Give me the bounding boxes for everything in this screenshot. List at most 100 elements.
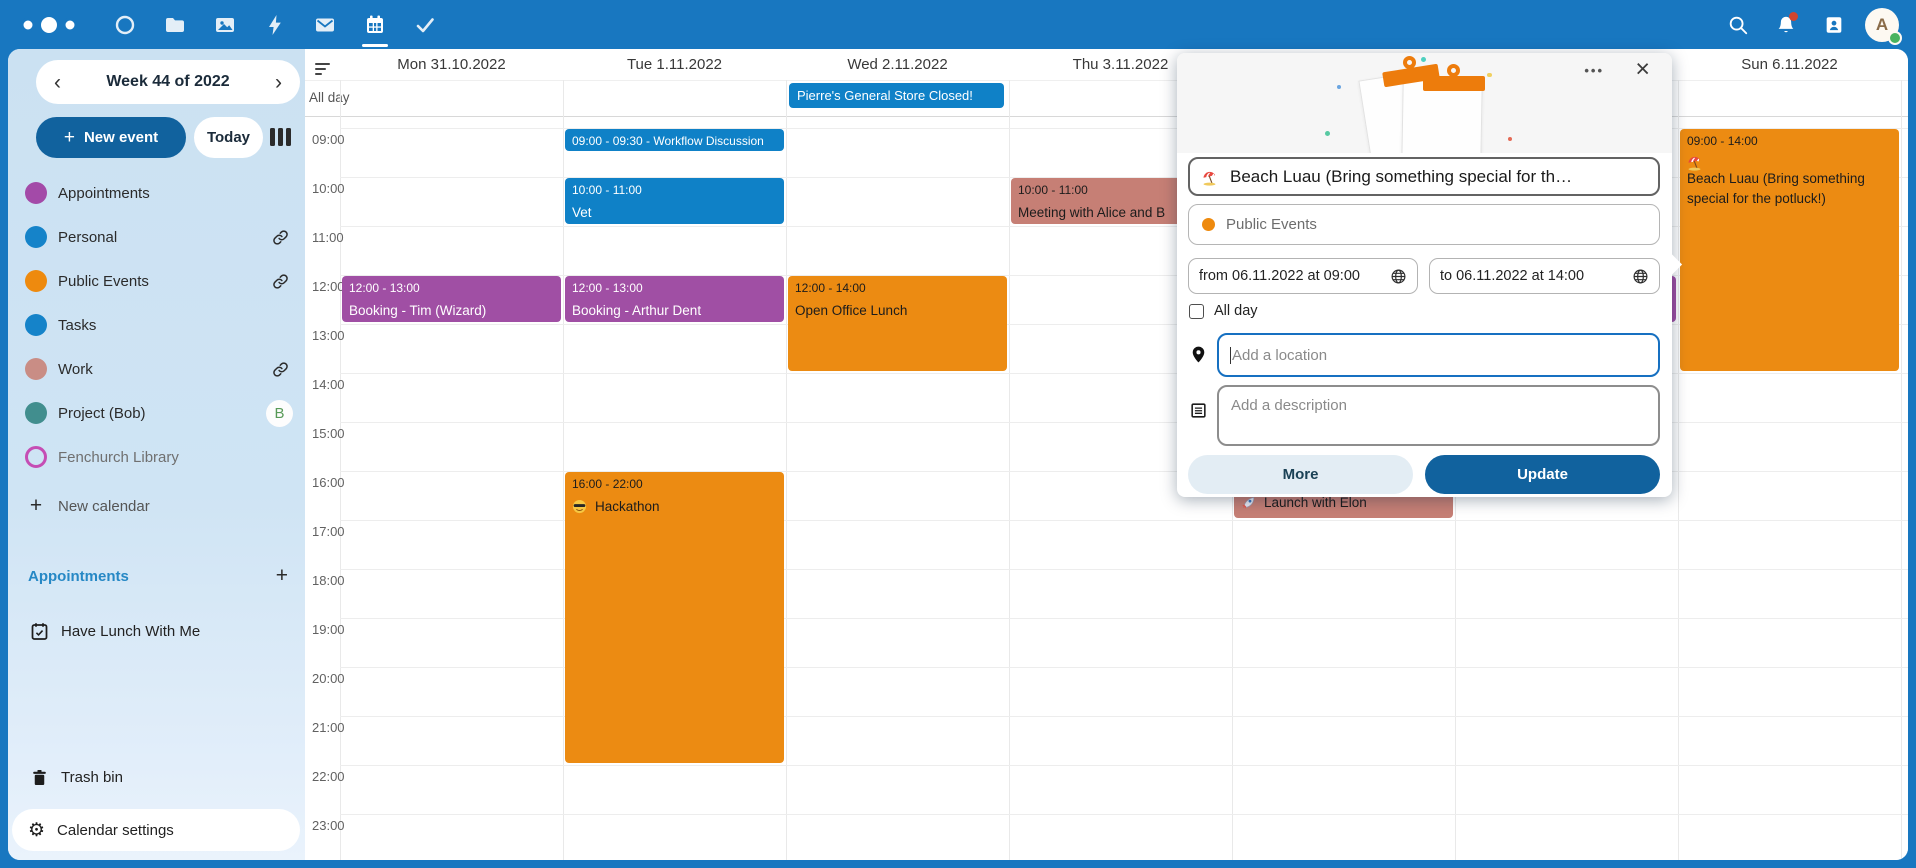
sidebar-calendar-item[interactable]: Work — [8, 347, 305, 391]
app-mail-icon[interactable] — [300, 0, 350, 49]
calendar-color-dot — [25, 182, 47, 204]
sidebar-calendar-item[interactable]: Project (Bob) B — [8, 391, 305, 435]
all-day-checkbox[interactable]: All day — [1189, 303, 1258, 319]
location-input[interactable]: Add a location — [1217, 333, 1660, 377]
timezone-globe-icon[interactable] — [1632, 268, 1649, 285]
search-icon[interactable] — [1714, 0, 1762, 49]
beach-umbrella-icon — [1202, 171, 1217, 186]
more-button[interactable]: More — [1188, 455, 1413, 494]
event-title: Hackathon — [572, 497, 777, 517]
day-header: Tue 1.11.2022 — [563, 49, 786, 80]
app-photos-icon[interactable] — [200, 0, 250, 49]
week-navigation: ‹ Week 44 of 2022 › — [36, 60, 300, 104]
app-tasks-icon[interactable] — [400, 0, 450, 49]
sidebar-calendar-item[interactable]: Public Events — [8, 259, 305, 303]
description-placeholder: Add a description — [1231, 397, 1347, 414]
beach-umbrella-icon — [1687, 156, 1702, 171]
new-event-button[interactable]: + New event — [36, 117, 186, 158]
hour-label: 19:00 — [312, 622, 345, 637]
event-title: Booking - Arthur Dent — [572, 301, 777, 321]
update-button[interactable]: Update — [1425, 455, 1660, 494]
checkbox-unchecked[interactable] — [1189, 304, 1204, 319]
sidebar-calendar-item[interactable]: Appointments — [8, 171, 305, 215]
previous-week-button[interactable]: ‹ — [50, 72, 65, 93]
hour-label: 09:00 — [312, 132, 345, 147]
calendar-event[interactable]: 16:00 - 22:00Hackathon — [565, 472, 784, 763]
app-activity-icon[interactable] — [250, 0, 300, 49]
sidebar-calendar-item[interactable]: Personal — [8, 215, 305, 259]
event-title: Beach Luau (Bring something special for … — [1687, 154, 1892, 209]
appointment-label: Have Lunch With Me — [61, 623, 200, 640]
calendar-event[interactable]: 09:00 - 14:00Beach Luau (Bring something… — [1680, 129, 1899, 371]
status-online-dot — [1888, 31, 1902, 45]
calendar-sidebar: ‹ Week 44 of 2022 › + New event Today Ap… — [8, 49, 305, 860]
day-header: Mon 31.10.2022 — [340, 49, 563, 80]
hour-label: 18:00 — [312, 573, 345, 588]
end-datetime-field[interactable]: to 06.11.2022 at 14:00 — [1429, 258, 1660, 294]
plus-icon: + — [64, 127, 75, 149]
hour-label: 20:00 — [312, 671, 345, 686]
hour-label: 17:00 — [312, 524, 345, 539]
timezone-globe-icon[interactable] — [1390, 268, 1407, 285]
calendar-color-dot — [25, 446, 47, 468]
calendar-event[interactable]: 12:00 - 13:00Booking - Arthur Dent — [565, 276, 784, 322]
calendar-color-dot — [25, 270, 47, 292]
calendar-select[interactable]: Public Events — [1188, 204, 1660, 245]
calendar-event[interactable]: 12:00 - 14:00 Open Office Lunch — [788, 276, 1007, 371]
calendar-event[interactable]: 10:00 - 11:00Vet — [565, 178, 784, 224]
hour-label: 12:00 — [312, 279, 345, 294]
avatar-letter: A — [1876, 15, 1888, 35]
app-dashboard-icon[interactable] — [100, 0, 150, 49]
event-title-input[interactable]: Beach Luau (Bring something special for … — [1188, 157, 1660, 196]
calendar-event[interactable]: 12:00 - 13:00Booking - Tim (Wizard) — [342, 276, 561, 322]
trash-bin-button[interactable]: Trash bin — [8, 755, 305, 799]
shared-by-badge: B — [266, 400, 293, 427]
calendar-event[interactable]: 09:00 - 09:30 - Workflow Discussion — [565, 129, 784, 151]
calendar-color-dot — [1202, 218, 1215, 231]
calendar-color-dot — [25, 226, 47, 248]
app-calendar-icon[interactable] — [350, 0, 400, 49]
calendar-color-dot — [25, 402, 47, 424]
share-link-icon — [272, 229, 289, 246]
rocket-icon — [1241, 495, 1256, 515]
event-time: 09:00 - 09:30 - Workflow Discussion — [572, 133, 777, 149]
calendar-name: Tasks — [58, 317, 96, 334]
hour-label: 16:00 — [312, 475, 345, 490]
new-calendar-button[interactable]: + New calendar — [8, 484, 305, 528]
calendar-color-dot — [25, 358, 47, 380]
contacts-icon[interactable] — [1810, 0, 1858, 49]
add-appointment-config-button[interactable]: + — [276, 564, 288, 588]
share-link-icon — [272, 273, 289, 290]
app-files-icon[interactable] — [150, 0, 200, 49]
notifications-bell-icon[interactable] — [1762, 0, 1810, 49]
calendar-settings-button[interactable]: ⚙ Calendar settings — [12, 809, 300, 851]
all-day-event[interactable]: Pierre's General Store Closed! — [789, 83, 1004, 108]
grid-view-menu-icon[interactable] — [315, 63, 337, 79]
today-button[interactable]: Today — [194, 117, 263, 158]
share-link-icon — [272, 361, 289, 378]
view-columns-icon[interactable] — [270, 128, 291, 146]
sidebar-calendar-item[interactable]: Fenchurch Library — [8, 435, 305, 479]
sidebar-calendar-item[interactable]: Tasks — [8, 303, 305, 347]
nextcloud-logo[interactable] — [18, 10, 84, 40]
plus-icon: + — [25, 494, 47, 518]
next-week-button[interactable]: › — [271, 72, 286, 93]
day-header: Wed 2.11.2022 — [786, 49, 1009, 80]
close-icon[interactable]: × — [1635, 57, 1650, 82]
topbar-right: A — [1714, 0, 1906, 49]
event-title: Open Office Lunch — [795, 301, 1000, 321]
app-navigation — [100, 0, 450, 49]
hour-label: 23:00 — [312, 818, 345, 833]
appointments-section-header: Appointments + — [28, 563, 288, 589]
popup-more-actions-icon[interactable]: ••• — [1584, 63, 1604, 78]
event-time: 12:00 - 14:00 — [795, 280, 1000, 296]
description-input[interactable]: Add a description — [1217, 385, 1660, 446]
appointment-item[interactable]: Have Lunch With Me — [8, 609, 305, 653]
event-time: 10:00 - 11:00 — [572, 182, 777, 198]
start-datetime-field[interactable]: from 06.11.2022 at 09:00 — [1188, 258, 1418, 294]
hour-label: 22:00 — [312, 769, 345, 784]
calendar-name: Project (Bob) — [58, 405, 146, 422]
trash-icon — [28, 768, 50, 787]
user-avatar[interactable]: A — [1858, 0, 1906, 49]
day-header: Sun 6.11.2022 — [1678, 49, 1901, 80]
